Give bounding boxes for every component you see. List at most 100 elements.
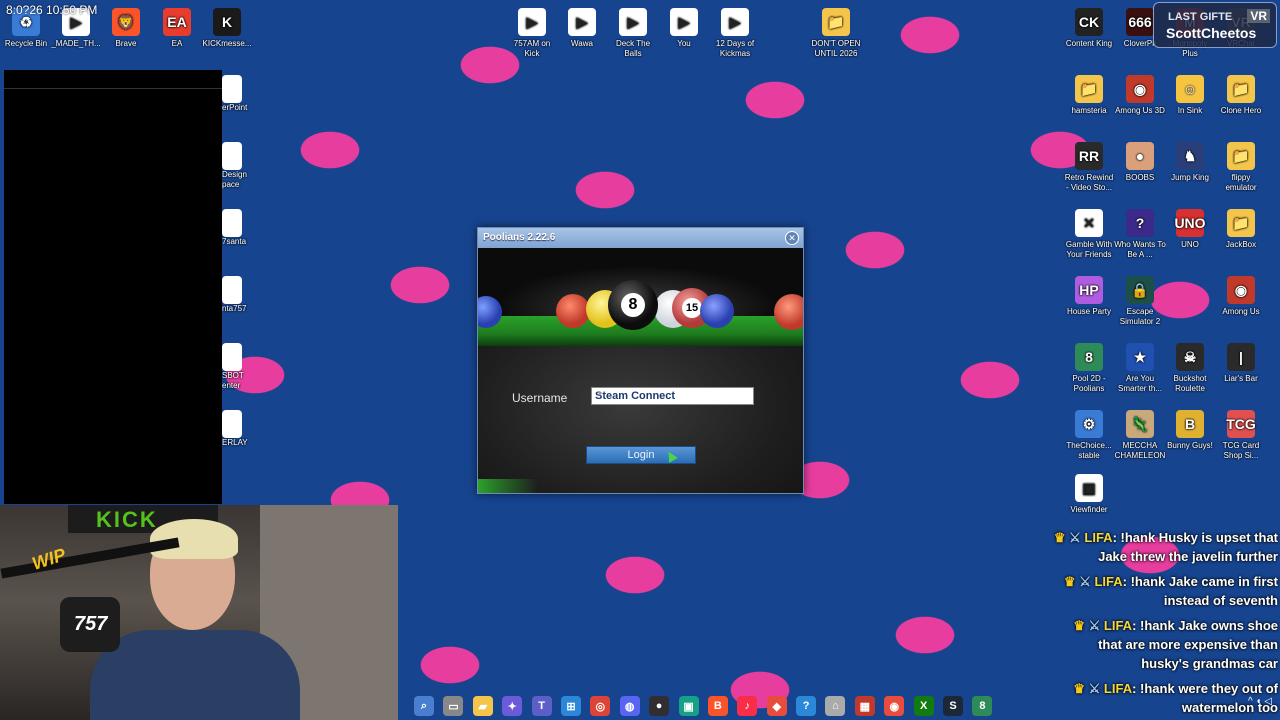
desktop-icon-right-16-label: House Party [1066,307,1112,316]
desktop-icon-partial-4[interactable]: SBOT enter [222,343,252,391]
desktop-icon-right-0[interactable]: CK Content King [1063,8,1115,49]
login-button[interactable]: Login [586,446,696,464]
desktop-icon-center-2[interactable]: ▶ Deck The Balls [607,8,659,59]
taskbar-steam-icon[interactable]: S [943,696,964,716]
desktop-icon-center-4[interactable]: ▶ 12 Days of Kickmas [709,8,761,59]
desktop-icon-right-16[interactable]: HP House Party [1063,276,1115,317]
username-select[interactable]: Steam Connect ▼ [591,387,754,405]
notification-username: ScottCheetos [1166,25,1257,41]
desktop-icon-right-17[interactable]: 🔒 Escape Simulator 2 [1114,276,1166,327]
desktop-icon-right-27[interactable]: TCG TCG Card Shop Si... [1215,410,1267,461]
desktop-icon-right-12[interactable]: ✕ Gamble With Your Friends [1063,209,1115,260]
taskbar-copilot-icon[interactable]: ✦ [502,696,523,716]
desktop-icon-partial-5[interactable]: ERLAY [222,410,252,448]
partial-app-icon [222,209,242,237]
desktop-icon-right-24[interactable]: ⚙ TheChoice... stable [1063,410,1115,461]
taskbar-xbox-icon[interactable]: X [913,696,934,716]
desktop-icon-right-26[interactable]: B Bunny Guys! [1164,410,1216,451]
desktop-icon-right-11-label: flippy emulator [1225,173,1257,192]
desktop-icon-right-5[interactable]: ◉ Among Us 3D [1114,75,1166,116]
taskbar-discord-icon[interactable]: ◍ [619,696,640,716]
desktop-icon-right-7[interactable]: 📁 Clone Hero [1215,75,1267,116]
desktop-icon-right-25-label: MECCHA CHAMELEON [1114,441,1166,460]
crown-icon: ♛ [1073,618,1085,633]
notification-badge: VR [1247,9,1270,23]
desktop-icon-right-9[interactable]: ● BOOBS [1114,142,1166,183]
taskbar-task-view-icon[interactable]: ▭ [443,696,464,716]
desktop-icon-right-25[interactable]: 🦎 MECCHA CHAMELEON [1114,410,1166,461]
chevron-down-icon[interactable]: ▼ [595,391,605,403]
taskbar-help-icon[interactable]: ? [796,696,817,716]
chat-message: ♛ ⚔ LIFA: !hank Jake owns shoe that are … [1048,616,1278,673]
login-area: Username Steam Connect ▼ Login [478,346,803,493]
taskbar-app5-icon[interactable]: ◉ [884,696,905,716]
taskbar-chrome-icon[interactable]: ◎ [590,696,611,716]
desktop-icon-right-14-label: UNO [1181,240,1199,249]
desktop-icon-partial-label: SBOT enter [222,371,244,390]
taskbar-store-icon[interactable]: ⊞ [560,696,581,716]
taskbar-teams-icon[interactable]: T [531,696,552,716]
desktop-icon-right-15[interactable]: 📁 JackBox [1215,209,1267,250]
desktop-icon-partial-1[interactable]: Design pace [222,142,252,190]
desktop-icon-right-5-label: Among Us 3D [1115,106,1165,115]
desktop-icon-right-22[interactable]: ☠ Buckshot Roulette [1164,343,1216,394]
pool-banner: 15 8 [478,248,803,346]
taskbar-file-explorer-icon[interactable]: ▰ [472,696,493,716]
desktop-icon-right-27-icon: TCG [1226,410,1256,438]
eight-ball-number: 8 [621,293,645,317]
system-tray[interactable]: ^ ◖ ◁ [1248,696,1272,707]
desktop-icon-right-28[interactable]: ▣ Viewfinder [1063,474,1115,515]
taskbar-brave-icon[interactable]: B [707,696,728,716]
taskbar-music-icon[interactable]: ♪ [737,696,758,716]
taskbar-search-icon[interactable]: ⌕ [414,696,434,716]
desktop-icon-partial-0[interactable]: erPoint [222,75,252,113]
desktop-icon-left-2[interactable]: 🦁 Brave [100,8,152,49]
desktop-icon-center-0[interactable]: ▶ 757AM on Kick [506,8,558,59]
desktop-icon-center-5[interactable]: 📁 DON'T OPEN UNTIL 2026 [810,8,862,59]
desktop-icon-center-1[interactable]: ▶ Wawa [556,8,608,49]
desktop-icon-right-24-label: TheChoice... stable [1066,441,1112,460]
clock-overlay: 8:0?26 10:50 PM [6,3,98,17]
taskbar-obs-icon[interactable]: ● [649,696,670,716]
dialog-titlebar[interactable]: Poolians 2.22.6 ✕ [478,228,803,248]
desktop-icon-right-13[interactable]: ? Who Wants To Be A ... [1114,209,1166,260]
desktop-icon-right-20[interactable]: 8 Pool 2D - Poolians [1063,343,1115,394]
taskbar-pool-icon[interactable]: 8 [972,696,993,716]
taskbar-app3-icon[interactable]: ⌂ [825,696,846,716]
desktop-icon-right-5-icon: ◉ [1126,75,1154,103]
desktop-icon-left-4[interactable]: K KICKmesse... [201,8,253,49]
desktop-icon-right-12-icon: ✕ [1075,209,1103,237]
close-icon[interactable]: ✕ [785,231,799,245]
webcam-shirt [90,630,300,720]
desktop-icon-partial-2[interactable]: 7santa [222,209,252,247]
desktop-icon-right-21-label: Are You Smarter th... [1117,374,1162,393]
microphone: 757 [60,597,120,652]
desktop-icon-partial-3[interactable]: nta757 [222,276,252,314]
desktop-icon-right-10[interactable]: ♞ Jump King [1164,142,1216,183]
desktop-icon-right-8[interactable]: RR Retro Rewind - Video Sto... [1063,142,1115,193]
desktop-icon-center-3[interactable]: ▶ You [658,8,710,49]
desktop-icon-right-6[interactable]: ☺ In Sink [1164,75,1216,116]
desktop-icon-right-14[interactable]: UNO UNO [1164,209,1216,250]
desktop-icon-right-19-label: Among Us [1222,307,1260,316]
desktop-icon-right-23[interactable]: | Liar's Bar [1215,343,1267,384]
desktop-icon-right-21[interactable]: ★ Are You Smarter th... [1114,343,1166,394]
ball-15-number: 15 [682,298,702,318]
desktop-icon-right-6-label: In Sink [1177,106,1203,115]
desktop-icon-right-17-label: Escape Simulator 2 [1119,307,1161,326]
webcam-sign-text: KICK [96,507,158,532]
desktop-icon-left-3-label: EA [171,39,183,48]
desktop-icon-right-4[interactable]: 📁 hamsteria [1063,75,1115,116]
taskbar-app-icon[interactable]: ▣ [678,696,699,716]
desktop-icon-center-0-icon: ▶ [518,8,546,36]
desktop-icon-right-19[interactable]: ◉ Among Us [1215,276,1267,317]
desktop-icon-center-4-icon: ▶ [721,8,749,36]
desktop-icon-left-3[interactable]: EA EA [151,8,203,49]
taskbar-app4-icon[interactable]: ▦ [854,696,875,716]
desktop-icon-right-11[interactable]: 📁 flippy emulator [1215,142,1267,193]
desktop-icon-partial-label: 7santa [222,237,247,246]
taskbar-app2-icon[interactable]: ◆ [766,696,787,716]
chat-username: LIFA [1103,618,1133,633]
partial-app-icon [222,410,242,438]
black-overlay-panel [4,70,222,504]
